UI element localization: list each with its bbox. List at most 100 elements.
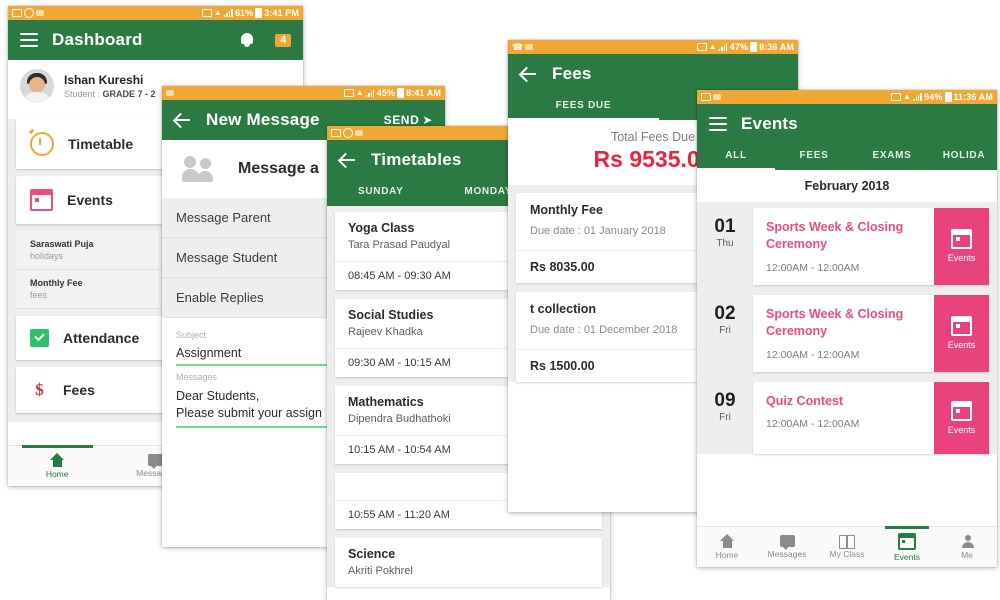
events-status-bar: ▲ 94% 11:36 AM xyxy=(697,90,997,104)
battery-icon xyxy=(750,42,758,52)
event-date: 02 Fri xyxy=(705,295,745,336)
calendar-icon xyxy=(950,229,973,250)
status-right-icons: ▲ 61% 3:41 PM xyxy=(201,8,299,18)
calendar-icon xyxy=(29,189,54,211)
events-month-header: February 2018 xyxy=(697,170,997,202)
event-day-number: 02 xyxy=(714,302,736,324)
app-notification-icon xyxy=(166,90,174,96)
book-icon xyxy=(839,535,855,549)
event-weekday: Fri xyxy=(719,324,731,336)
wifi-icon: ▲ xyxy=(355,88,364,97)
home-icon xyxy=(719,534,735,548)
send-label: SEND xyxy=(383,113,420,127)
clock-time: 11:36 AM xyxy=(953,92,993,102)
page-title: Events xyxy=(741,114,798,133)
dollar-icon: $ xyxy=(35,380,44,399)
student-grade: Student : GRADE 7 - 2 xyxy=(64,88,156,99)
hamburger-menu-icon[interactable] xyxy=(709,117,727,131)
alarm-icon xyxy=(201,9,212,17)
status-right-icons: ▲ 47% 8:36 AM xyxy=(696,42,794,52)
clock-time: 3:41 PM xyxy=(264,8,299,18)
tab-exams[interactable]: EXAMS xyxy=(853,150,931,165)
nav-events[interactable]: Events xyxy=(877,526,937,567)
menu-item-label: Fees xyxy=(63,382,95,398)
list-item[interactable]: 02 Fri Sports Week & Closing Ceremony 12… xyxy=(705,294,989,372)
nav-home[interactable]: Home xyxy=(697,527,757,567)
clock-time: 8:36 AM xyxy=(759,42,794,52)
status-left-icons xyxy=(701,93,721,101)
active-tab-indicator xyxy=(697,167,775,170)
events-list: 01 Thu Sports Week & Closing Ceremony 12… xyxy=(697,202,997,454)
list-item[interactable]: 01 Thu Sports Week & Closing Ceremony 12… xyxy=(705,208,989,285)
event-time: 12:00AM - 12:00AM xyxy=(766,348,860,361)
back-arrow-icon[interactable] xyxy=(520,65,538,83)
status-right-icons: ▲ 45% 8:41 AM xyxy=(343,88,441,98)
dashboard-app-bar: Dashboard 4 xyxy=(8,20,303,60)
event-title: Sports Week & Closing Ceremony xyxy=(766,220,904,251)
event-category-label: Events xyxy=(947,253,976,264)
battery-percent: 47% xyxy=(729,42,749,52)
send-arrow-icon: ➤ xyxy=(422,113,433,127)
clock-alarm-icon xyxy=(24,8,34,18)
fee-due-date: Due date : 01 December 2018 xyxy=(530,323,678,336)
status-left-icons xyxy=(166,90,174,96)
nav-label: My Class xyxy=(829,549,865,559)
events-app-bar: Events ALL FEES EXAMS HOLIDA xyxy=(697,104,997,170)
clock-icon xyxy=(30,132,54,156)
battery-icon xyxy=(255,8,263,18)
person-icon xyxy=(961,534,974,548)
nav-label: Home xyxy=(715,550,739,560)
send-button[interactable]: SEND ➤ xyxy=(384,113,433,127)
event-category-tag: Events xyxy=(934,381,989,454)
alarm-icon xyxy=(343,89,354,97)
menu-item-label: Attendance xyxy=(63,330,140,346)
sim-icon xyxy=(701,93,711,101)
battery-icon xyxy=(944,92,952,102)
event-card[interactable]: Sports Week & Closing Ceremony 12:00AM -… xyxy=(753,208,989,285)
tab-fees[interactable]: FEES xyxy=(775,150,853,165)
app-notification-icon xyxy=(355,130,363,136)
hamburger-menu-icon[interactable] xyxy=(20,33,38,47)
event-time: 12:00AM - 12:00AM xyxy=(766,261,860,274)
nav-label: Messages xyxy=(767,549,807,559)
clock-alarm-icon xyxy=(343,128,353,138)
event-title: Sports Week & Closing Ceremony xyxy=(766,306,904,338)
timetable-row[interactable]: Science Akriti Pokhrel xyxy=(335,538,602,587)
page-title: Dashboard xyxy=(52,30,143,49)
calendar-icon xyxy=(898,532,916,550)
menu-item-label: Events xyxy=(67,192,113,208)
nav-label: Home xyxy=(45,469,69,479)
status-left-icons xyxy=(12,8,44,18)
back-arrow-icon[interactable] xyxy=(339,151,357,169)
phone-icon: ☎ xyxy=(512,41,524,52)
wifi-icon: ▲ xyxy=(708,42,717,51)
event-card[interactable]: Quiz Contest 12:00AM - 12:00AM Events xyxy=(753,381,989,454)
fee-due-date: Due date : 01 January 2018 xyxy=(530,225,666,237)
event-title: Quiz Contest xyxy=(766,393,844,408)
notification-bell-icon[interactable] xyxy=(240,32,254,48)
tab-holidays[interactable]: HOLIDA xyxy=(931,150,997,165)
app-notification-icon xyxy=(713,94,721,100)
battery-icon xyxy=(397,88,405,98)
battery-percent: 61% xyxy=(234,8,254,18)
list-item[interactable]: 09 Fri Quiz Contest 12:00AM - 12:00AM Ev… xyxy=(705,381,989,454)
teacher-name: Akriti Pokhrel xyxy=(348,565,413,577)
tab-sunday[interactable]: SUNDAY xyxy=(327,186,435,201)
events-screen: ▲ 94% 11:36 AM Events ALL FEES EXAMS HOL… xyxy=(697,90,997,567)
clock-time: 8:41 AM xyxy=(406,88,441,98)
nav-my-class[interactable]: My Class xyxy=(817,527,877,567)
battery-percent: 94% xyxy=(924,92,943,102)
event-weekday: Fri xyxy=(719,411,731,423)
nav-home[interactable]: Home xyxy=(8,445,106,486)
event-card[interactable]: Sports Week & Closing Ceremony 12:00AM -… xyxy=(753,294,989,372)
tab-all[interactable]: ALL xyxy=(697,150,775,165)
status-right-icons: ▲ 94% 11:36 AM xyxy=(891,92,993,102)
event-date: 09 Fri xyxy=(705,382,745,423)
tab-fees-due[interactable]: FEES DUE xyxy=(508,100,659,115)
nav-me[interactable]: Me xyxy=(937,527,997,567)
dashboard-status-bar: ▲ 61% 3:41 PM xyxy=(8,6,303,20)
event-day-number: 01 xyxy=(714,216,736,237)
back-arrow-icon[interactable] xyxy=(174,111,192,129)
check-icon xyxy=(30,329,49,347)
nav-messages[interactable]: Messages xyxy=(757,527,817,567)
